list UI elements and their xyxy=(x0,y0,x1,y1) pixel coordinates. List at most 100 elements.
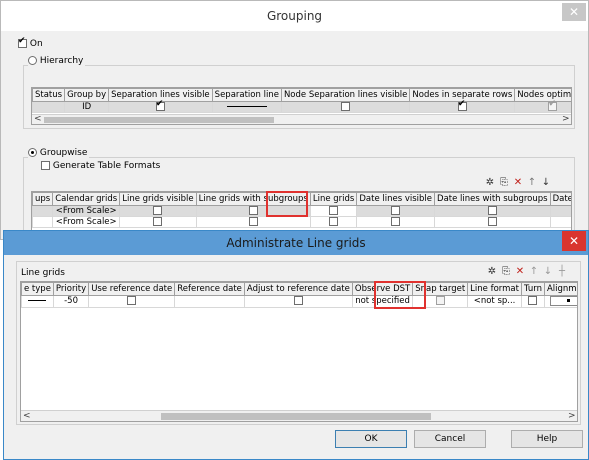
admin-hscrollbar[interactable]: < > xyxy=(21,410,577,421)
line-grids-column-header[interactable]: e type xyxy=(21,282,54,296)
scroll-thumb[interactable] xyxy=(161,413,431,420)
nodes-optimized-checkbox[interactable] xyxy=(548,99,558,111)
hierarchy-column-header[interactable]: Status xyxy=(32,88,66,102)
move-down-icon[interactable]: ↓ xyxy=(539,177,553,188)
generate-formats-label: Generate Table Formats xyxy=(52,161,161,171)
line-grids-highlight xyxy=(266,191,308,217)
on-checkbox[interactable] xyxy=(18,36,27,48)
grouping-title: Grouping xyxy=(266,9,323,23)
hierarchy-hscrollbar[interactable]: < > xyxy=(32,114,571,124)
scroll-right-icon[interactable]: > xyxy=(562,114,570,124)
hierarchy-column-header[interactable]: Group by xyxy=(64,88,110,102)
line-grids-visible-checkbox[interactable] xyxy=(153,217,163,226)
line-grids-subgroups-checkbox[interactable] xyxy=(248,217,258,226)
split-icon[interactable]: ┼ xyxy=(555,266,569,277)
admin-toolbar: ✲ ⎘ ✕ ↑ ↓ ┼ xyxy=(485,266,569,277)
node-sep-lines-checkbox[interactable] xyxy=(341,102,351,111)
groupwise-label: Groupwise xyxy=(39,148,88,158)
table-row[interactable]: <From Scale> xyxy=(32,216,571,228)
line-grids-table: e type Priority Use reference date Referenc… xyxy=(21,282,577,308)
calendar-grids-cell[interactable]: <From Scale> xyxy=(52,216,121,228)
groupwise-column-header[interactable]: Line grids visible xyxy=(119,192,197,206)
date-lines-visible-checkbox[interactable] xyxy=(391,217,401,226)
groupwise-column-header[interactable]: Date lines visible xyxy=(356,192,436,206)
grouping-titlebar[interactable]: Grouping ✕ xyxy=(1,1,588,31)
line-grids-panel-label: Line grids xyxy=(21,268,65,278)
generate-formats-checkbox[interactable] xyxy=(41,161,50,170)
hierarchy-column-header[interactable]: Nodes optimized xyxy=(514,88,571,102)
line-type-sample xyxy=(28,300,47,302)
line-grids-column-header[interactable]: Use reference date xyxy=(88,282,176,296)
administrate-line-grids-dialog: Administrate Line grids ✕ Line grids ✲ ⎘ ✕… xyxy=(3,230,589,460)
date-lines-subgroups-checkbox[interactable] xyxy=(487,217,497,226)
line-grids-panel: Line grids ✲ ⎘ ✕ ↑ ↓ ┼ e type Priority Use refe… xyxy=(16,261,581,425)
close-icon[interactable]: ✕ xyxy=(562,231,586,251)
line-grids-column-header[interactable]: Turn xyxy=(520,282,545,296)
line-grids-checkbox[interactable] xyxy=(329,206,339,215)
on-checkbox-row[interactable]: On xyxy=(18,36,43,49)
new-icon[interactable]: ✲ xyxy=(485,266,499,277)
move-up-icon[interactable]: ↑ xyxy=(527,266,541,277)
groupwise-toolbar: ✲ ⎘ ✕ ↑ ↓ xyxy=(483,177,553,188)
scroll-thumb[interactable] xyxy=(44,117,274,123)
turn-checkbox[interactable] xyxy=(528,296,538,306)
copy-icon[interactable]: ⎘ xyxy=(499,266,513,277)
hierarchy-grid[interactable]: Status Group by Separation lines visible Se… xyxy=(31,87,572,125)
line-grids-subgroups-checkbox[interactable] xyxy=(248,206,258,215)
delete-icon[interactable]: ✕ xyxy=(513,266,527,277)
new-icon[interactable]: ✲ xyxy=(483,177,497,188)
scroll-left-icon[interactable]: < xyxy=(34,114,42,124)
admin-titlebar[interactable]: Administrate Line grids ✕ xyxy=(4,231,588,255)
groupwise-column-header[interactable]: Line grids xyxy=(309,192,358,206)
hierarchy-column-header[interactable]: Node Separation lines visible xyxy=(280,88,411,102)
cancel-button[interactable]: Cancel xyxy=(414,430,486,448)
line-grids-column-header[interactable]: Reference date xyxy=(174,282,245,296)
copy-icon[interactable]: ⎘ xyxy=(497,177,511,188)
line-grids-visible-checkbox[interactable] xyxy=(153,206,163,215)
admin-title: Administrate Line grids xyxy=(226,236,366,250)
sep-lines-visible-checkbox[interactable] xyxy=(155,99,165,111)
scroll-left-icon[interactable]: < xyxy=(23,411,31,421)
move-up-icon[interactable]: ↑ xyxy=(525,177,539,188)
date-lines-subgroups-checkbox[interactable] xyxy=(487,206,497,215)
line-format-cell[interactable]: <not sp... xyxy=(467,295,522,308)
groupwise-column-header[interactable]: Calendar grids xyxy=(52,192,121,206)
alignment-control[interactable] xyxy=(549,296,577,306)
table-row[interactable]: ID xyxy=(32,99,571,113)
group-by-cell[interactable]: ID xyxy=(64,101,110,113)
grouping-dialog: Grouping ✕ On Hierarchy StatusGroup by Se… xyxy=(0,0,589,241)
groupwise-radio-row[interactable]: Groupwise xyxy=(28,148,90,158)
ok-button[interactable]: OK xyxy=(335,430,407,448)
separation-line-sample xyxy=(226,106,267,107)
scroll-right-icon[interactable]: > xyxy=(568,411,576,421)
adjust-reference-date-checkbox[interactable] xyxy=(293,296,303,306)
date-lines-visible-checkbox[interactable] xyxy=(391,206,401,215)
generate-formats-row[interactable]: Generate Table Formats xyxy=(41,161,160,171)
hierarchy-label: Hierarchy xyxy=(39,56,84,66)
hierarchy-table: Status Group by Separation lines visible Se… xyxy=(32,88,571,113)
groupwise-radio[interactable] xyxy=(28,148,37,157)
hierarchy-radio[interactable] xyxy=(28,56,37,65)
line-grids-column-header[interactable]: Adjust to reference date xyxy=(243,282,353,296)
close-icon[interactable]: ✕ xyxy=(562,3,586,21)
use-reference-date-checkbox[interactable] xyxy=(127,296,137,306)
delete-icon[interactable]: ✕ xyxy=(511,177,525,188)
snap-target-checkbox[interactable] xyxy=(435,296,445,306)
hierarchy-radio-row[interactable]: Hierarchy xyxy=(28,56,86,66)
groupwise-column-header[interactable]: Date lines xyxy=(549,192,571,206)
help-button[interactable]: Help xyxy=(511,430,583,448)
groupwise-column-header[interactable]: Date lines with subgroups xyxy=(434,192,551,206)
groupwise-column-header[interactable]: ups xyxy=(32,192,54,206)
table-row[interactable]: -50 not specified <not sp... xyxy=(21,295,577,308)
line-grids-column-header[interactable]: Line format xyxy=(467,282,522,296)
snap-target-highlight xyxy=(374,281,426,309)
priority-cell[interactable]: -50 xyxy=(52,295,90,308)
calendar-grids-cell[interactable]: <From Scale> xyxy=(52,205,121,217)
line-grids-grid[interactable]: e type Priority Use reference date Referenc… xyxy=(20,281,578,422)
line-grids-column-header[interactable]: Alignment xyxy=(543,282,577,296)
line-grids-checkbox[interactable] xyxy=(329,217,339,226)
line-grids-column-header[interactable]: Priority xyxy=(52,282,90,296)
hierarchy-column-header[interactable]: Separation line xyxy=(211,88,282,102)
move-down-icon[interactable]: ↓ xyxy=(541,266,555,277)
nodes-separate-rows-checkbox[interactable] xyxy=(457,99,467,111)
